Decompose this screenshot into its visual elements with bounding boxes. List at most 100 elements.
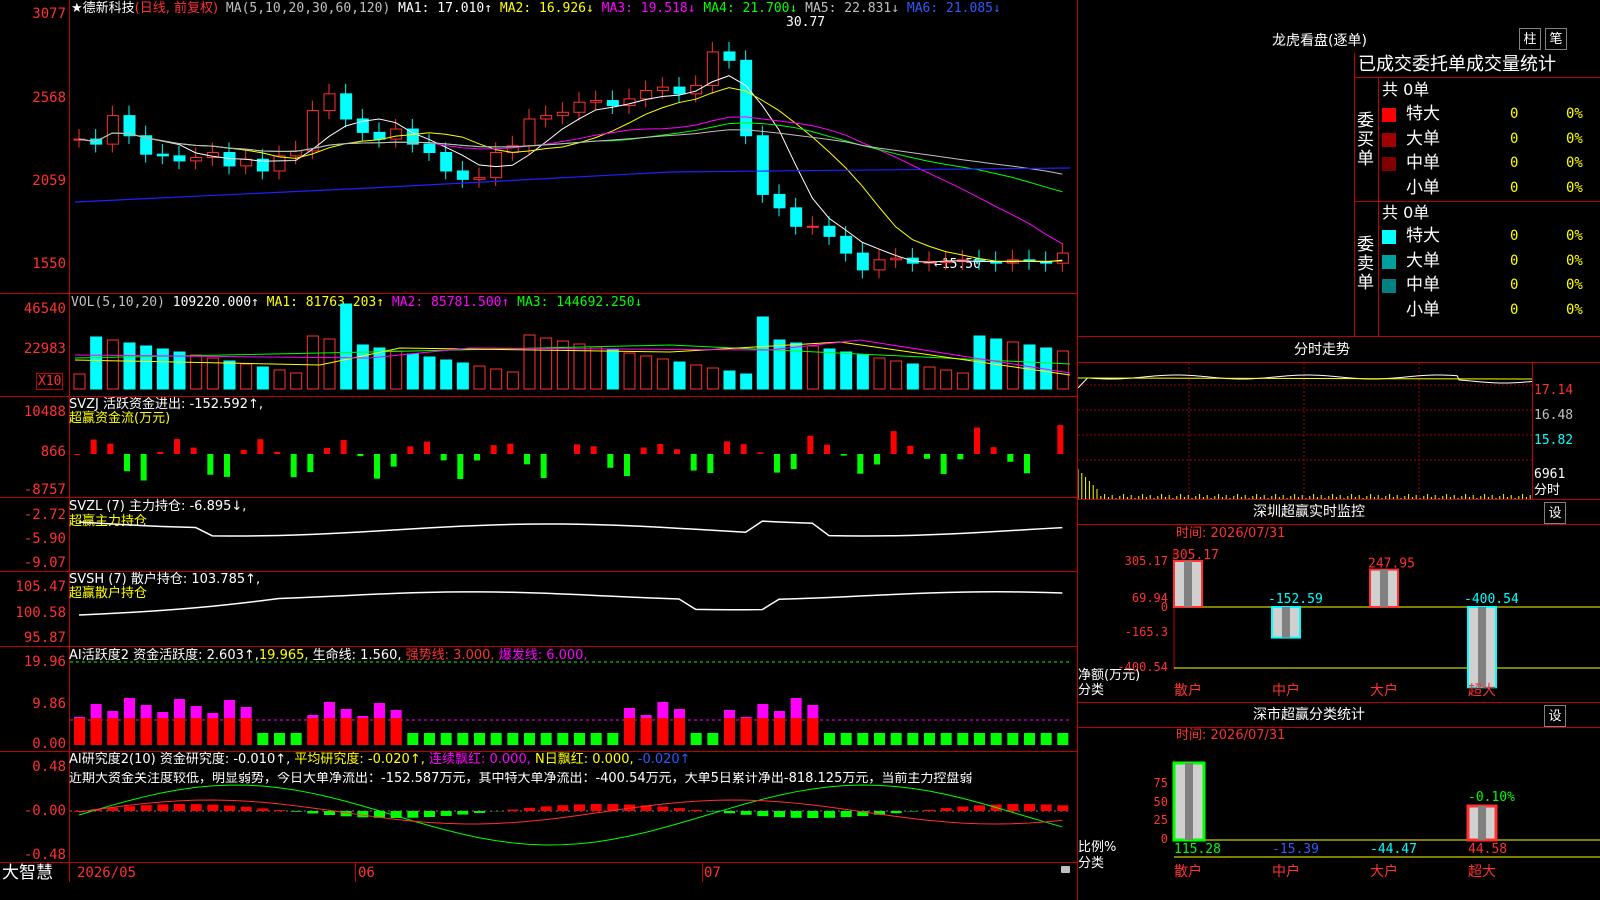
sz-monitor-title: 深圳超赢实时监控 [1253, 504, 1365, 520]
activity-bar-base [174, 718, 185, 745]
sz-category-label: 散户 [1174, 682, 1202, 699]
volume-bar [473, 365, 486, 390]
svzl-axis-label: -2.72 [23, 507, 66, 523]
fund-flow-bar [724, 441, 730, 454]
research-bar [1040, 804, 1052, 811]
fenshi-axis-label: 17.14 [1534, 383, 1574, 398]
order-count: 0 [1510, 130, 1519, 147]
activity-bar-base [357, 718, 369, 745]
research-bar [257, 808, 269, 811]
indicator-plots[interactable] [70, 0, 1076, 862]
research-bar [1057, 805, 1069, 811]
ai-active-axis-label: 19.96 [23, 654, 66, 670]
fund-flow-bar [240, 449, 247, 454]
sz-class-time: 时间: 2026/07/31 [1176, 728, 1286, 743]
order-size-label: 中单 [1406, 153, 1440, 173]
order-pct: 0% [1566, 106, 1583, 122]
fund-flow-bar [157, 451, 164, 454]
svsh-axis-label: 95.87 [23, 630, 66, 646]
candle-body [490, 152, 503, 179]
buy-label: 委买单 [1357, 111, 1374, 169]
candle-body [523, 118, 536, 147]
fund-flow-bar [390, 454, 397, 467]
ai-research-axis-label: -0.48 [23, 847, 66, 863]
volume-bar [506, 371, 519, 390]
activity-bar-base [757, 718, 769, 745]
lock-icon[interactable] [1061, 866, 1070, 873]
fund-flow-bar [774, 454, 780, 473]
activity-bar-base [724, 718, 735, 745]
svzj-axis: 10488 866 -8757 [0, 396, 66, 498]
order-pct: 0% [1566, 130, 1583, 147]
candle-body [156, 153, 169, 157]
activity-bar [474, 733, 485, 745]
activity-bar [990, 733, 1002, 745]
order-pct: 0% [1566, 155, 1583, 171]
main-holding-line [78, 520, 1063, 537]
volume-bar [740, 373, 753, 390]
fund-flow-bar [174, 439, 180, 454]
activity-bar [1057, 733, 1069, 745]
research-bar [540, 806, 552, 811]
class-axis-label: 50 [1154, 795, 1168, 809]
fund-flow-bar [340, 440, 347, 454]
fund-flow-bar [257, 439, 264, 454]
class-value-label: -44.47 [1370, 842, 1417, 857]
research-red-line [78, 799, 1063, 825]
research-bar [657, 806, 669, 811]
activity-bar [690, 733, 702, 745]
bar-mode-button[interactable]: 柱 [1519, 28, 1541, 50]
candle-body [1056, 252, 1069, 264]
order-count: 0 [1510, 301, 1519, 318]
volume-bar [90, 336, 103, 390]
fenshi-chart[interactable] [1077, 363, 1534, 499]
volume-bar [523, 334, 536, 390]
research-bar [674, 808, 685, 811]
activity-bar [257, 733, 269, 745]
order-pct: 0% [1566, 179, 1583, 196]
volume-bar [890, 360, 903, 390]
sz-monitor-xlabel: 分类 [1078, 683, 1105, 698]
tick-mode-button[interactable]: 笔 [1545, 28, 1567, 50]
fund-flow-bar [590, 446, 597, 454]
research-bar [174, 804, 185, 811]
activity-bar [890, 733, 902, 745]
candle-body [840, 235, 853, 254]
activity-bar [840, 733, 852, 745]
research-bar [524, 807, 535, 811]
candle-body [423, 143, 436, 154]
research-bar [324, 811, 335, 816]
kline-chart-area[interactable]: 3077 2568 2059 1550 46540 22983 X10 1048… [0, 0, 1078, 900]
research-bar [557, 805, 569, 811]
sz-flow-bar-shade [1184, 561, 1192, 607]
candle-body [306, 110, 319, 152]
volume-bar [1006, 341, 1019, 390]
research-bar [290, 811, 302, 812]
activity-bar [440, 733, 452, 745]
fund-flow-bar [607, 454, 614, 468]
activity-bar-base [74, 718, 85, 745]
sz-monitor-settings-button[interactable]: 设 [1544, 502, 1566, 524]
sz-axis-label: 305.17 [1125, 554, 1168, 568]
right-sidebar: 龙虎看盘(逐单) 柱 笔 已成交委托单成交量统计 委买单 共 0单 委卖单 共 … [1077, 0, 1600, 900]
fenshi-axis-label: 15.82 [1534, 433, 1574, 448]
price-axis: 3077 2568 2059 1550 [0, 0, 66, 293]
volume-bar [956, 372, 969, 390]
sz-flow-bar-shade [1478, 607, 1486, 688]
sz-class-settings-button[interactable]: 设 [1544, 705, 1566, 727]
activity-bar-base [90, 718, 102, 745]
fund-flow-bar [207, 454, 214, 475]
activity-bar [824, 733, 835, 745]
lhb-subtitle: 已成交委托单成交量统计 [1358, 54, 1556, 75]
svsh-axis: 105.47 100.58 95.87 [0, 571, 66, 646]
date-label: 06 [358, 865, 375, 881]
research-bar [140, 805, 152, 811]
class-value-label: -15.39 [1272, 842, 1319, 857]
ai-research-axis: 0.48 -0.00 -0.48 [0, 751, 66, 863]
volume-bar [790, 342, 803, 390]
vol-axis-label: 22983 [23, 341, 66, 357]
research-bar [774, 811, 785, 818]
activity-bar-base [324, 718, 335, 745]
activity-bar [490, 733, 502, 745]
activity-bar-base [640, 718, 652, 745]
